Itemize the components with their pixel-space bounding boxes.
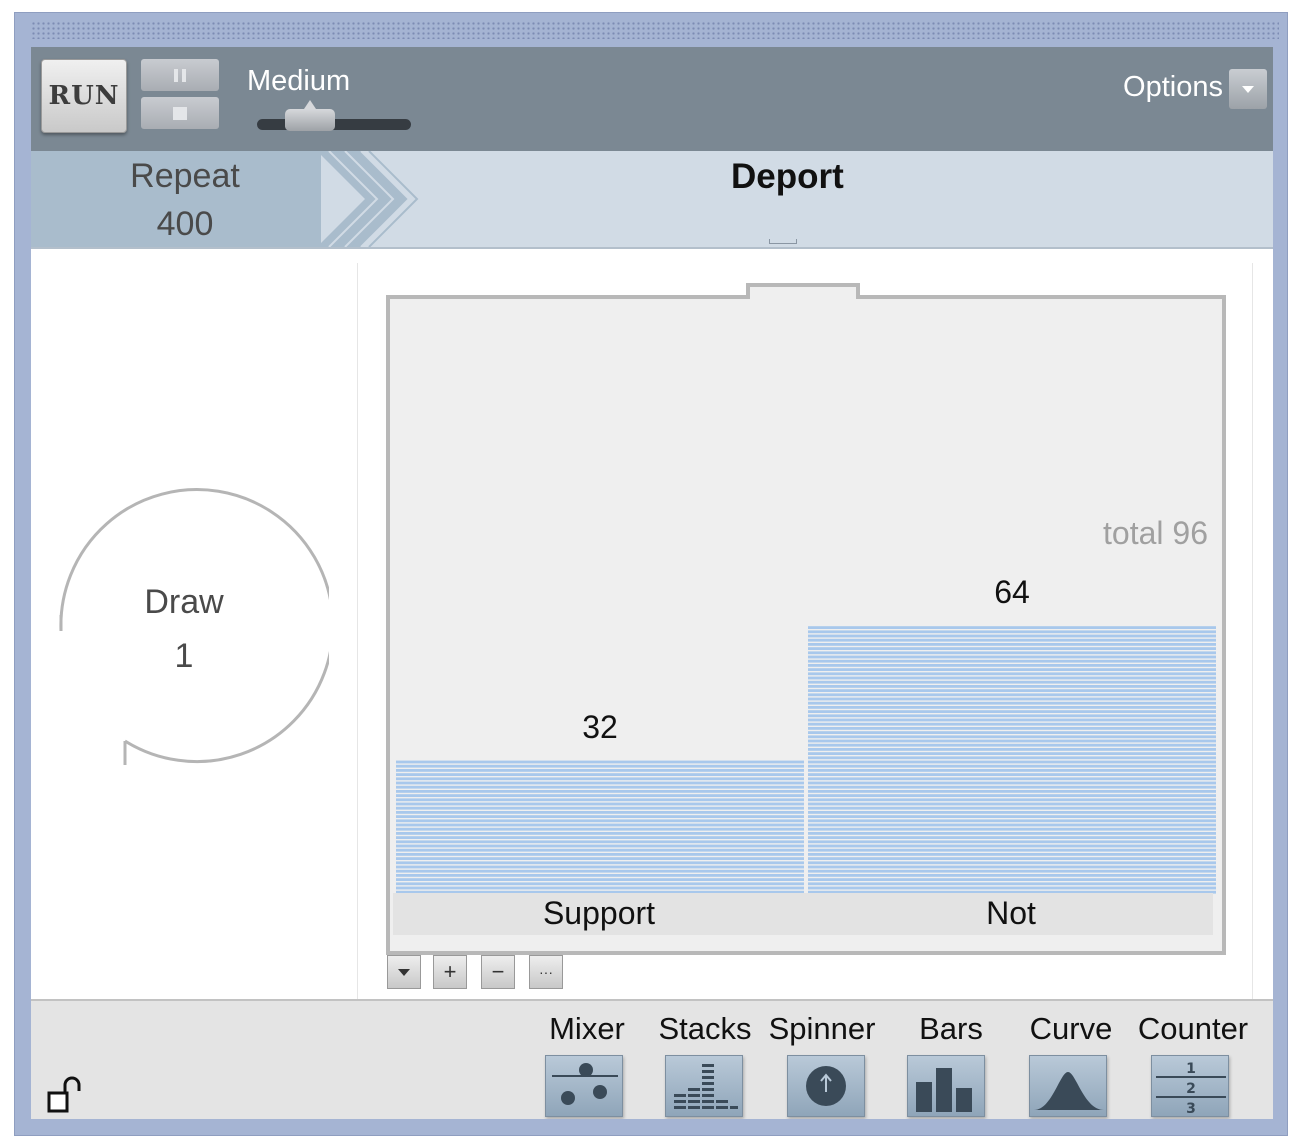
speed-label: Medium [247, 65, 351, 97]
options-dropdown-button[interactable] [1229, 69, 1267, 109]
stop-icon [173, 106, 187, 120]
draw-label: Draw [144, 583, 224, 621]
category-label-row: Support Not [393, 893, 1213, 935]
device-container-outline [386, 283, 1226, 955]
stop-button[interactable] [141, 97, 219, 129]
svg-text:2: 2 [1186, 1081, 1196, 1097]
draw-value[interactable]: 1 [89, 637, 279, 676]
device-title[interactable]: Deport [731, 157, 844, 197]
bars-icon[interactable] [907, 1055, 985, 1117]
add-ball-button[interactable]: + [433, 955, 467, 989]
draw-loop-icon [59, 488, 329, 765]
repeat-value[interactable]: 400 [31, 205, 339, 244]
pause-icon [172, 68, 188, 82]
spinner-icon[interactable] [787, 1055, 865, 1117]
svg-text:1: 1 [1186, 1061, 1196, 1077]
options-label[interactable]: Options [1123, 71, 1223, 104]
chevron-down-icon [398, 968, 410, 976]
bar-value-support: 32 [582, 708, 618, 745]
category-label-support[interactable]: Support [397, 895, 801, 932]
collapse-button[interactable] [387, 955, 421, 989]
pause-button[interactable] [141, 59, 219, 91]
palette-label-curve: Curve [1029, 1011, 1113, 1046]
curve-icon[interactable] [1029, 1055, 1107, 1117]
counter-icon[interactable]: 1 2 3 [1151, 1055, 1229, 1117]
window-frame: RUN Medium Options Repeat 400 Deport Dra… [14, 12, 1288, 1136]
stacks-icon[interactable] [665, 1055, 743, 1117]
palette-label-bars: Bars [919, 1011, 983, 1046]
mixer-icon[interactable] [545, 1055, 623, 1117]
palette-label-counter: Counter [1137, 1011, 1249, 1046]
title-edit-handle[interactable] [769, 239, 797, 244]
header-band: Repeat 400 Deport [31, 151, 1273, 249]
palette-label-stacks: Stacks [658, 1011, 752, 1046]
device-palette: Mixer Stacks Spinner Bars Curve Counter [31, 999, 1273, 1119]
speed-slider-thumb[interactable] [285, 100, 335, 131]
toolbar: RUN Medium Options [31, 47, 1273, 151]
sampler-panel: RUN Medium Options Repeat 400 Deport Dra… [31, 47, 1273, 1119]
palette-label-spinner: Spinner [768, 1011, 876, 1046]
window-drag-handle[interactable] [31, 21, 1279, 39]
unlock-icon[interactable] [47, 1075, 83, 1115]
palette-label-mixer: Mixer [549, 1011, 625, 1046]
more-options-button[interactable]: ··· [529, 955, 563, 989]
category-label-not[interactable]: Not [809, 895, 1213, 932]
repeat-label: Repeat [130, 157, 240, 195]
run-button[interactable]: RUN [41, 59, 127, 133]
bar-value-not: 64 [994, 574, 1030, 611]
total-count-label: total 96 [1103, 515, 1208, 551]
remove-ball-button[interactable]: − [481, 955, 515, 989]
chevron-down-icon [1242, 85, 1254, 93]
svg-text:3: 3 [1186, 1101, 1196, 1117]
